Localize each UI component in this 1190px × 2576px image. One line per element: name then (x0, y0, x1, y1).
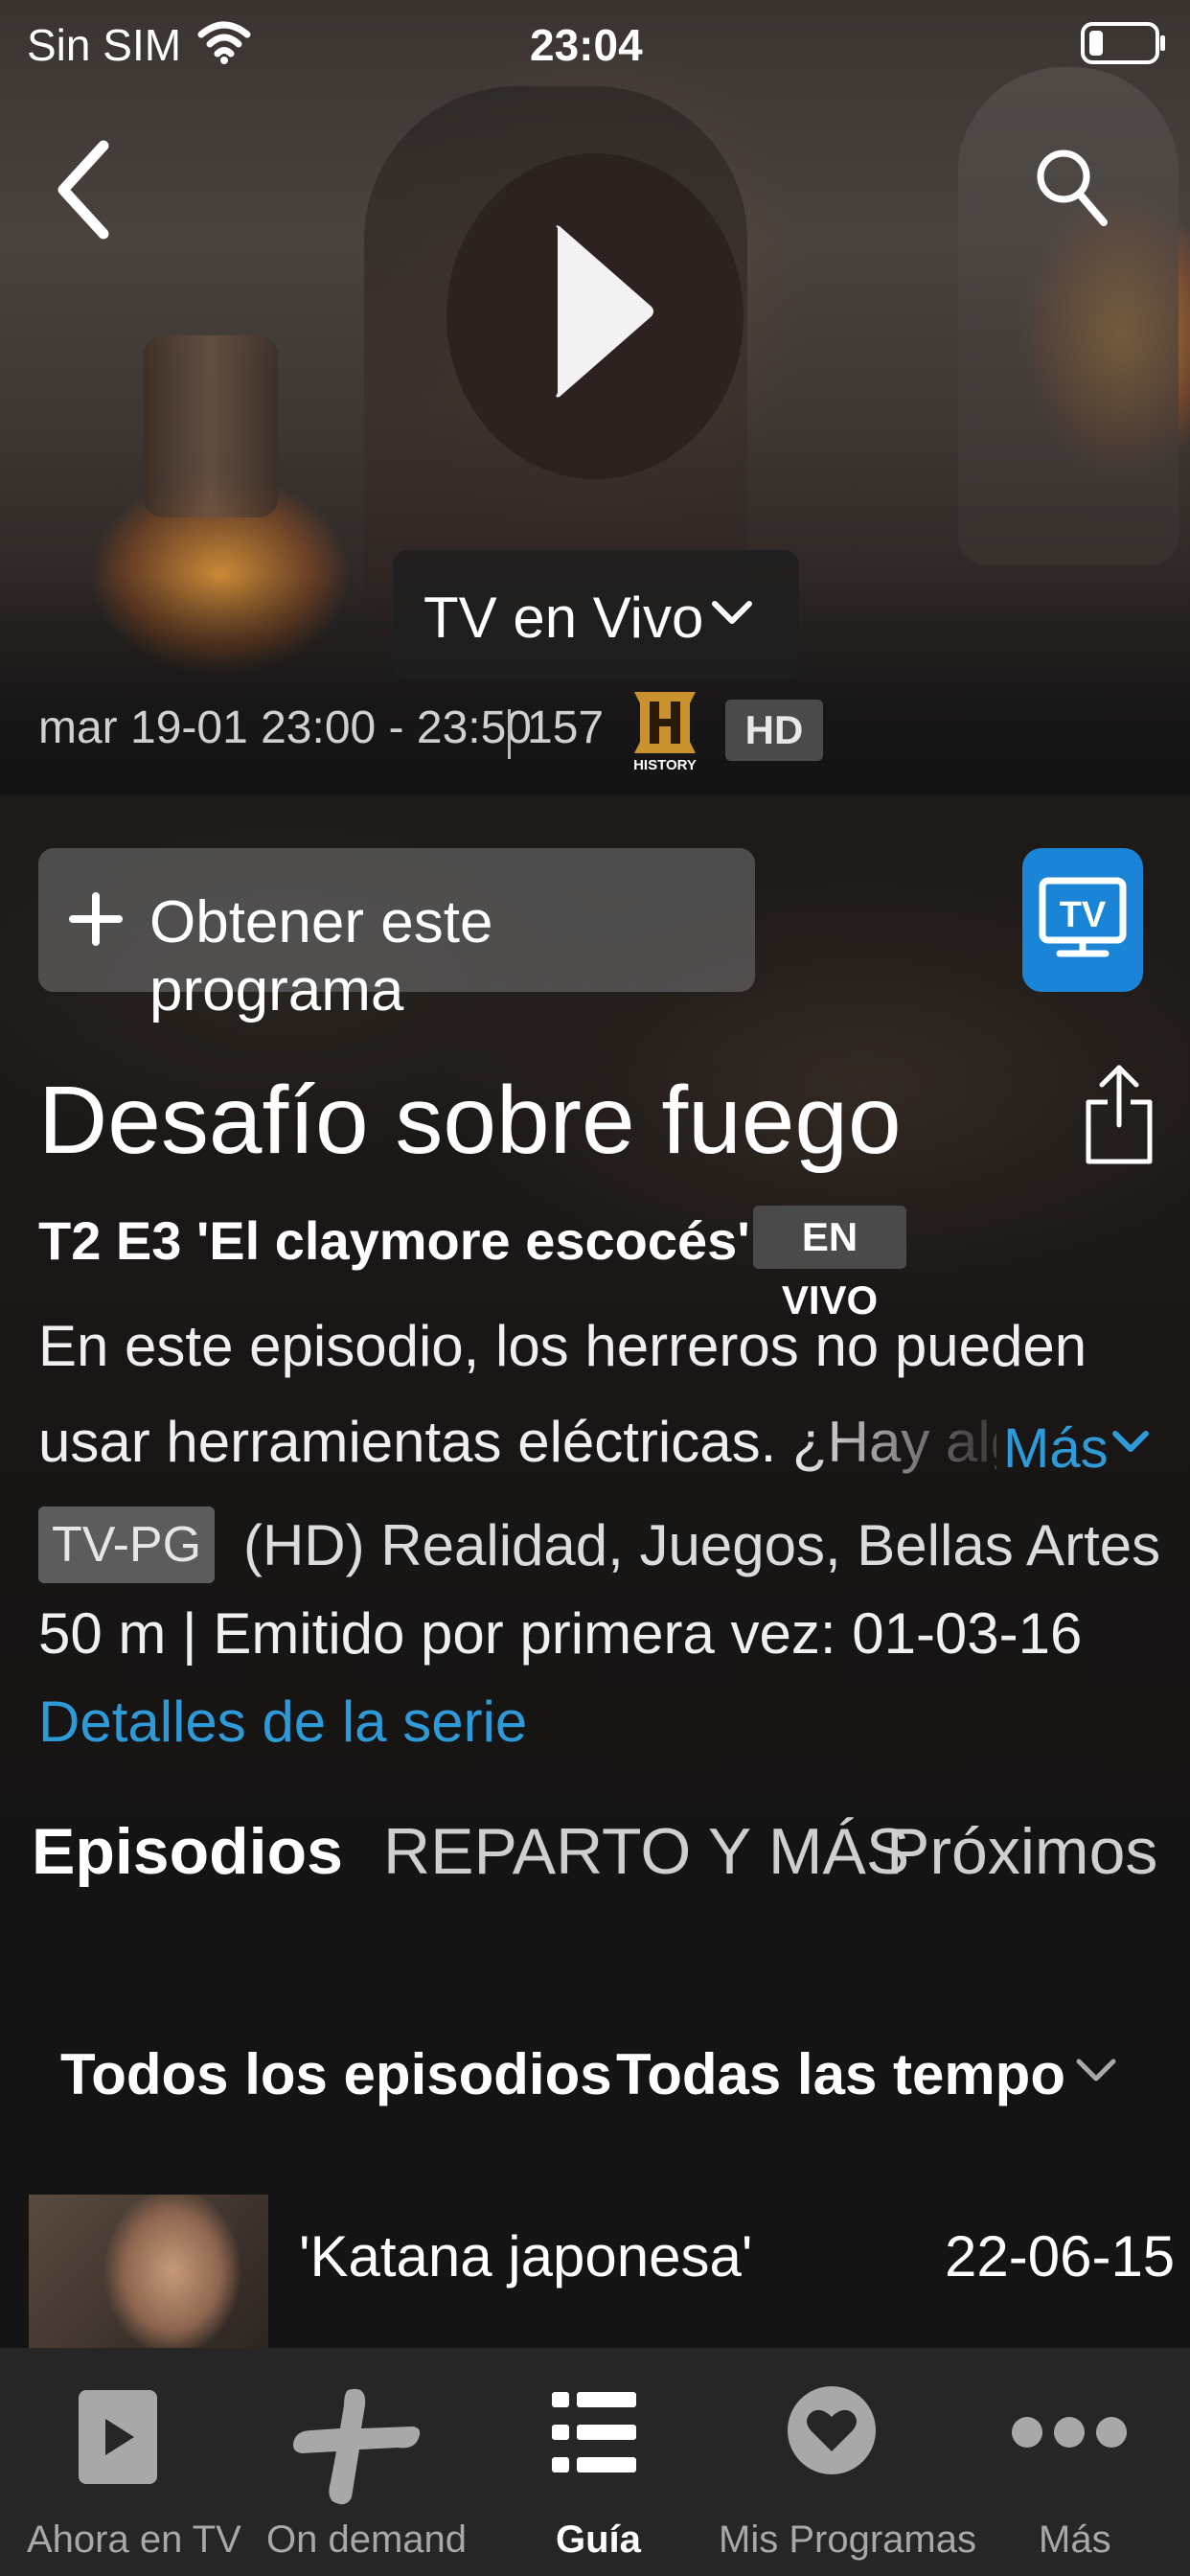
share-button[interactable] (1083, 1062, 1156, 1167)
list-icon (552, 2392, 636, 2472)
play-icon (556, 225, 653, 398)
chevron-down-icon (712, 601, 752, 624)
nav-more[interactable]: Más (950, 2348, 1190, 2576)
back-button[interactable] (48, 134, 125, 249)
nav-label: Guía (556, 2518, 641, 2561)
schedule-time: mar 19-01 23:00 - 23:50 (38, 702, 532, 753)
show-title: Desafío sobre fuego (38, 1067, 902, 1174)
hd-badge: HD (725, 700, 823, 761)
hero-barrel (144, 335, 278, 518)
nav-label: On demand (266, 2518, 468, 2561)
more-link[interactable]: Más (1003, 1416, 1109, 1481)
episode-name: 'Katana japonesa' (299, 2224, 753, 2288)
nav-now-on-tv[interactable]: Ahora en TV (0, 2348, 241, 2576)
description-text-truncated: usar herramientas eléctricas. ¿Hay algo (38, 1410, 996, 1474)
tv-icon-label: TV (1060, 895, 1107, 935)
live-badge: EN VIVO (753, 1206, 906, 1322)
chevron-down-icon[interactable] (1073, 2054, 1119, 2086)
plus-brand-icon (293, 2388, 421, 2505)
get-program-label: Obtener este programa (149, 889, 493, 1024)
nav-my-shows[interactable]: Mis Programas (713, 2348, 976, 2576)
nav-label: Mis Programas (719, 2518, 976, 2561)
tv-icon: TV (1039, 877, 1127, 957)
history-logo-text: HISTORY (633, 757, 697, 773)
search-icon (1037, 150, 1108, 226)
filter-all-seasons[interactable]: Todas las tempo (616, 2041, 1065, 2107)
more-dots-icon (1012, 2417, 1127, 2448)
channel-number: 157 (527, 702, 605, 753)
bottom-navigation: Ahora en TV On demand Guía Mis Programas (0, 2348, 1190, 2576)
nav-label: Ahora en TV (27, 2518, 241, 2561)
tv-app-button[interactable]: TV (1022, 848, 1143, 992)
air-info-text: 50 m | Emitido por primera vez: 01-03-16 (38, 1601, 1083, 1666)
nav-guide[interactable]: Guía (475, 2348, 713, 2576)
battery-icon (1081, 22, 1165, 64)
series-details-link[interactable]: Detalles de la serie (38, 1689, 527, 1755)
chevron-left-icon (57, 140, 109, 240)
get-program-button[interactable]: Obtener este programa (38, 848, 755, 1024)
share-icon (1086, 1065, 1153, 1164)
carrier-label: Sin SIM (27, 20, 182, 70)
live-tv-label: TV en Vivo (423, 586, 704, 650)
search-button[interactable] (1033, 144, 1110, 230)
chevron-down-icon[interactable] (1110, 1426, 1152, 1457)
history-channel-logo: HISTORY (627, 688, 703, 776)
tab-episodes[interactable]: Episodios (32, 1814, 343, 1889)
live-tv-dropdown[interactable]: TV en Vivo (393, 550, 799, 680)
episode-title: T2 E3 'El claymore escocés' (38, 1210, 750, 1271)
nav-on-demand[interactable]: On demand (238, 2348, 475, 2576)
heart-icon (788, 2386, 876, 2474)
rating-badge: TV-PG (38, 1506, 215, 1583)
list-item[interactable]: 'Katana japonesa' 22-06-15 (0, 2195, 1190, 2348)
status-clock: 23:04 (530, 20, 643, 70)
nav-label: Más (1039, 2518, 1111, 2561)
tab-cast[interactable]: REPARTO Y MÁS (383, 1814, 909, 1889)
play-square-icon (79, 2390, 157, 2484)
episode-thumbnail (29, 2195, 268, 2348)
wifi-icon (197, 21, 251, 64)
episode-date: 22-06-15 (945, 2224, 1176, 2288)
divider (508, 709, 511, 759)
filter-all-episodes[interactable]: Todos los episodios (60, 2041, 612, 2107)
tab-upcoming[interactable]: Próximos (886, 1814, 1157, 1889)
play-button[interactable] (446, 153, 744, 479)
genres-text: (HD) Realidad, Juegos, Bellas Artes (243, 1513, 1161, 1577)
description-text: En este episodio, los herreros no pueden (38, 1314, 1087, 1378)
hero-blacksmith-right (958, 67, 1179, 565)
plus-icon (69, 892, 123, 946)
